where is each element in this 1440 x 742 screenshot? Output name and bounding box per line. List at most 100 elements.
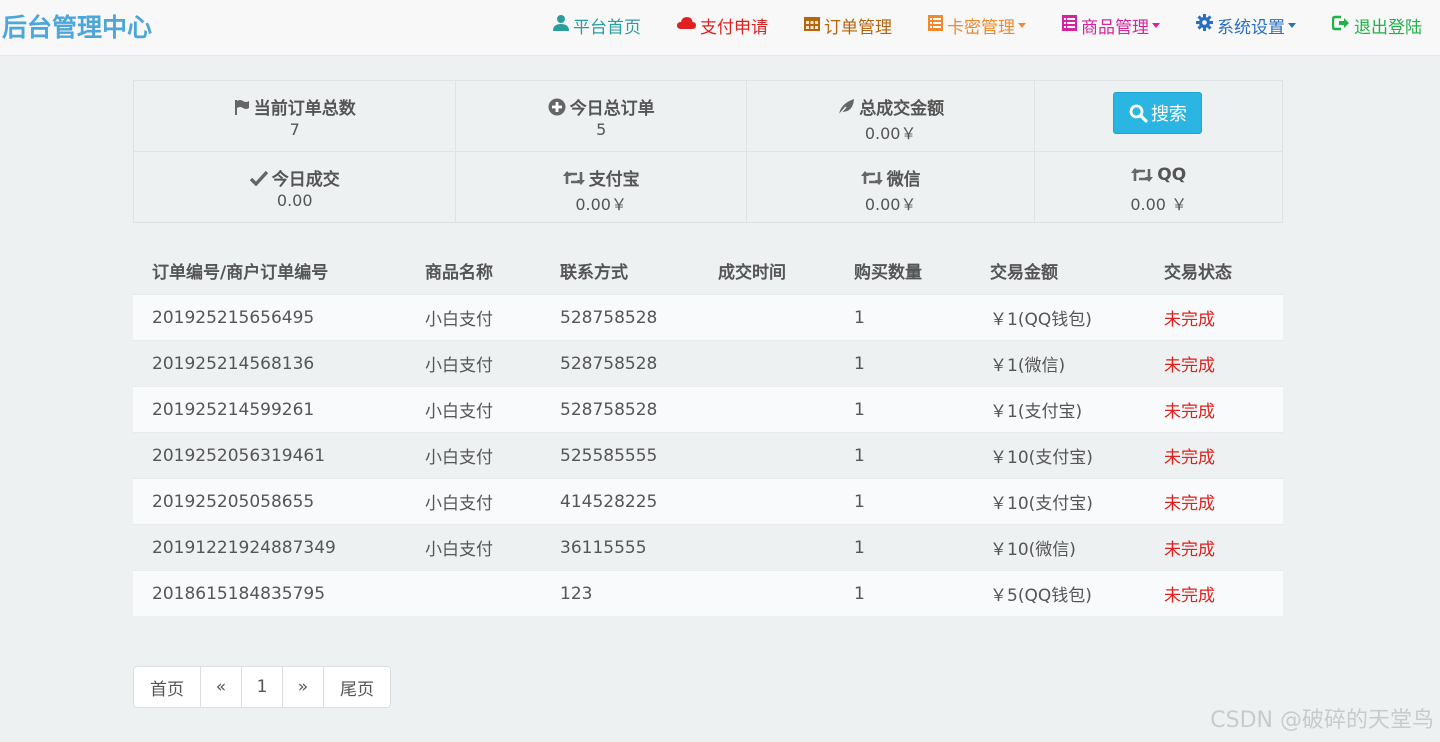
stat-qq: QQ 0.00 ￥ [1035,152,1282,223]
column-header: 交易状态 [1164,262,1232,283]
page-next-button[interactable]: » [283,667,324,707]
cell-product: 小白支付 [425,448,493,468]
stat-label-text: 总成交金额 [859,99,945,119]
cell-quantity: 1 [854,583,865,604]
cell-quantity: 1 [854,537,865,558]
stat-value: 0.00 [276,191,313,210]
table-row: 201925215656495 小白支付 528758528 1 ￥1(QQ钱包) 未完成 [133,294,1283,340]
cell-order-id: 201925214599261 [152,399,315,420]
cell-contact: 528758528 [560,399,658,420]
stat-label-text: 当前订单总数 [253,99,356,119]
stat-label-text: 支付宝 [588,170,640,190]
nav-item-label: 退出登陆 [1354,17,1422,38]
plus-circle-icon [548,98,566,115]
stat-search-cell: 搜索 [1035,81,1282,151]
nav-item-payment-apply[interactable]: 支付申请 [677,13,768,38]
cell-contact: 36115555 [560,537,647,558]
cell-status: 未完成 [1164,586,1215,606]
cell-status: 未完成 [1164,356,1215,376]
cell-amount: ￥1(微信) [990,356,1066,376]
stat-wechat: 微信 0.00￥ [747,152,1036,223]
watermark: CSDN @破碎的天堂鸟 [1210,708,1434,733]
table-row: 201925214568136 小白支付 528758528 1 ￥1(微信) 未完成 [133,340,1283,386]
cell-status: 未完成 [1164,310,1215,330]
logout-icon [1331,15,1350,36]
stat-value: 0.00￥ [864,124,917,143]
nav-item-label: 商品管理 [1081,17,1149,38]
stats-row: 今日成交 0.00 支付宝 0.00￥ 微信 0.00￥ QQ 0.00 ￥ [134,152,1282,223]
cell-quantity: 1 [854,353,865,374]
caret-down-icon [1288,22,1296,28]
cell-product: 小白支付 [425,402,493,422]
orders-table: 订单编号/商户订单编号 商品名称 联系方式 成交时间 购买数量 交易金额 交易状… [133,248,1283,616]
nav-item-home[interactable]: 平台首页 [553,13,641,38]
nav-item-system-settings[interactable]: 系统设置 [1196,13,1296,38]
cell-quantity: 1 [854,307,865,328]
calendar-icon [804,15,820,36]
nav-item-label: 支付申请 [700,17,768,38]
nav-item-product-management[interactable]: 商品管理 [1062,13,1160,38]
stat-value: 7 [289,120,300,139]
cell-status: 未完成 [1164,448,1215,468]
cell-amount: ￥10(微信) [990,540,1076,560]
retweet-icon [860,170,883,185]
stat-label-text: QQ [1157,165,1187,185]
cell-product: 小白支付 [425,310,493,330]
search-icon [1129,104,1148,123]
table-row: 201925214599261 小白支付 528758528 1 ￥1(支付宝) 未完成 [133,386,1283,432]
cell-quantity: 1 [854,445,865,466]
search-button-label: 搜索 [1150,104,1187,125]
cell-amount: ￥10(支付宝) [990,448,1093,468]
cell-contact: 528758528 [560,353,658,374]
page-first-button[interactable]: 首页 [134,667,201,707]
nav-item-card-management[interactable]: 卡密管理 [928,13,1026,38]
nav-item-order-management[interactable]: 订单管理 [804,13,892,38]
nav-item-logout[interactable]: 退出登陆 [1331,13,1422,38]
page-prev-button[interactable]: « [201,667,242,707]
cell-contact: 528758528 [560,307,658,328]
cell-order-id: 201925215656495 [152,307,315,328]
pagination: 首页 « 1 » 尾页 [133,666,391,708]
search-button[interactable]: 搜索 [1113,92,1203,134]
table-row: 2018615184835795 123 1 ￥5(QQ钱包) 未完成 [133,570,1283,616]
table-row: 201925205058655 小白支付 414528225 1 ￥10(支付宝) 未完成 [133,478,1283,524]
stat-value: 0.00 ￥ [1130,195,1188,214]
brand-title[interactable]: 后台管理中心 [2,8,152,44]
page-last-button[interactable]: 尾页 [324,667,390,707]
column-header: 交易金额 [990,262,1058,283]
cell-product: 小白支付 [425,494,493,514]
table-body: 201925215656495 小白支付 528758528 1 ￥1(QQ钱包) 未完成… [133,294,1283,616]
cloud-icon [677,15,696,35]
list-icon [1062,14,1077,36]
column-header: 购买数量 [854,262,922,283]
user-icon [553,14,569,36]
check-icon [249,170,268,186]
cell-quantity: 1 [854,491,865,512]
cell-contact: 414528225 [560,491,658,512]
column-header: 订单编号/商户订单编号 [152,262,329,283]
cell-status: 未完成 [1164,494,1215,514]
cell-order-id: 2019252056319461 [152,445,326,466]
stat-today-orders: 今日总订单 5 [456,81,747,151]
cell-amount: ￥5(QQ钱包) [990,586,1092,606]
cell-amount: ￥10(支付宝) [990,494,1093,514]
cell-order-id: 20191221924887349 [152,537,336,558]
flag-icon [234,99,249,115]
stat-value: 5 [596,120,607,139]
cell-status: 未完成 [1164,402,1215,422]
stat-label-text: 今日成交 [271,170,340,190]
page-number-button[interactable]: 1 [242,667,283,707]
cell-order-id: 201925205058655 [152,491,315,512]
stat-label-text: 微信 [886,170,921,190]
stat-alipay: 支付宝 0.00￥ [456,152,747,223]
table-header: 订单编号/商户订单编号 商品名称 联系方式 成交时间 购买数量 交易金额 交易状… [133,248,1283,294]
column-header: 成交时间 [718,262,786,283]
stat-value: 0.00￥ [575,195,627,214]
cell-order-id: 201925214568136 [152,353,315,374]
stat-total-orders: 当前订单总数 7 [134,81,457,151]
stats-row: 当前订单总数 7 今日总订单 5 总成交金额 0.00￥ 搜索 [134,81,1282,152]
stat-today-deals: 今日成交 0.00 [134,152,457,223]
caret-down-icon [1152,22,1160,28]
table-row: 20191221924887349 小白支付 36115555 1 ￥10(微信) 未完成 [133,524,1283,570]
retweet-icon [1131,168,1154,182]
